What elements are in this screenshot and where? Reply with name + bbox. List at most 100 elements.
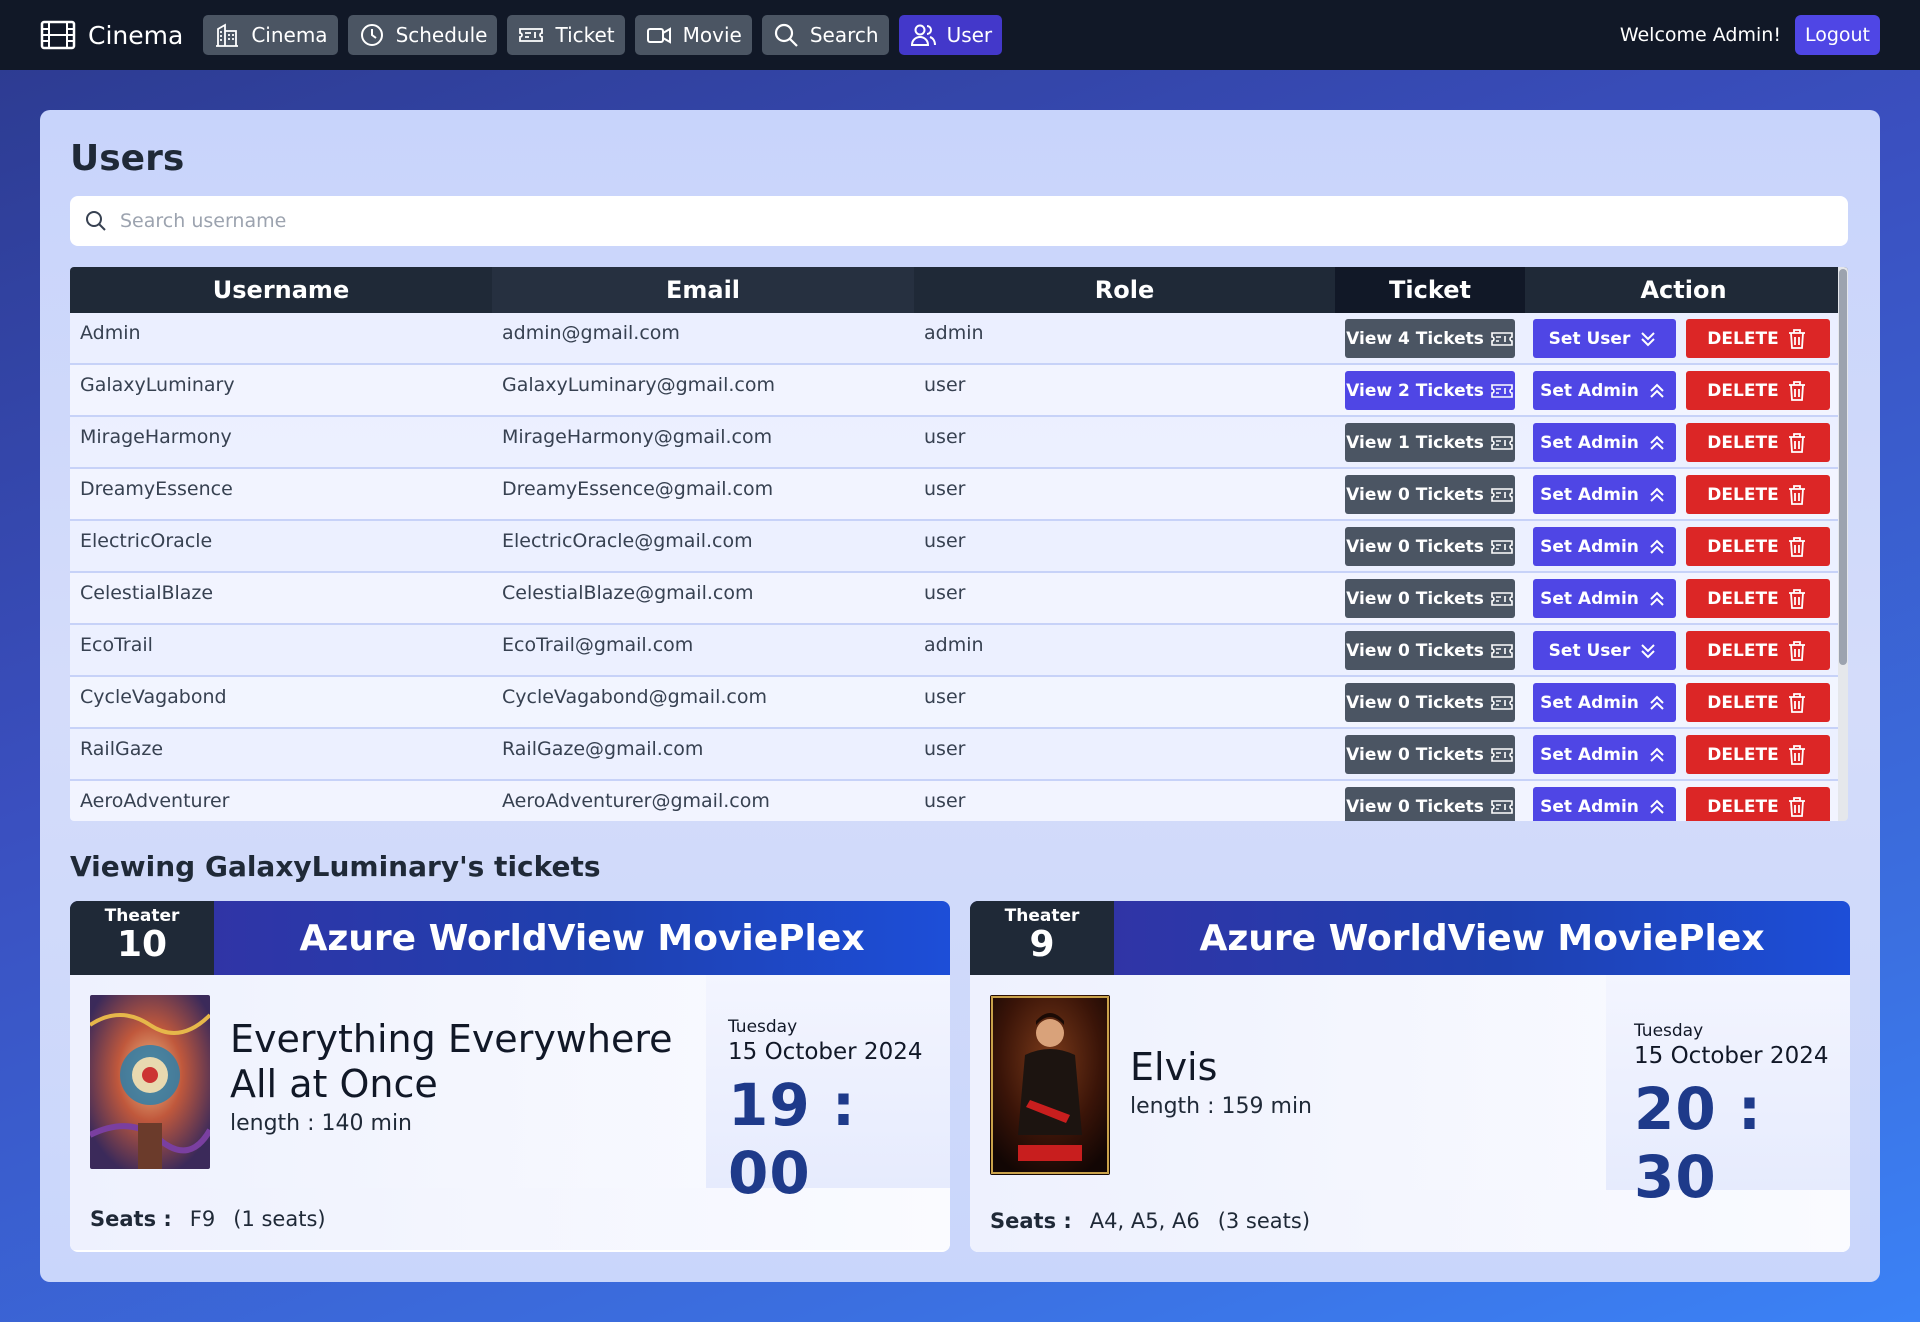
view-tickets-button[interactable]: View 2 Tickets (1345, 371, 1515, 410)
brand[interactable]: Cinema (40, 20, 183, 50)
cell-ticket: View 1 Tickets (1335, 417, 1525, 467)
chevron-double-up-icon (1650, 383, 1664, 398)
role-button-label: Set Admin (1540, 692, 1639, 713)
ticket-header: Theater 9 Azure WorldView MoviePlex (970, 901, 1850, 975)
view-tickets-label: View 0 Tickets (1346, 744, 1484, 765)
set-admin-button[interactable]: Set Admin (1533, 579, 1676, 618)
set-admin-button[interactable]: Set Admin (1533, 787, 1676, 821)
cell-ticket: View 0 Tickets (1335, 625, 1525, 675)
delete-button[interactable]: DELETE (1686, 579, 1830, 618)
table-row: ElectricOracle ElectricOracle@gmail.com us… (70, 521, 1838, 573)
nav-search[interactable]: Search (761, 15, 889, 55)
view-tickets-label: View 0 Tickets (1346, 484, 1484, 505)
showtime-box: Tuesday 15 October 2024 20 : 30 (1606, 975, 1850, 1211)
cell-email: GalaxyLuminary@gmail.com (502, 374, 775, 396)
delete-button[interactable]: DELETE (1686, 683, 1830, 722)
delete-button[interactable]: DELETE (1686, 787, 1830, 821)
role-button-label: Set Admin (1540, 796, 1639, 817)
table-scrollbar[interactable] (1838, 267, 1848, 821)
ticket-icon (1491, 487, 1513, 502)
set-admin-button[interactable]: Set Admin (1533, 475, 1676, 514)
view-tickets-button[interactable]: View 4 Tickets (1345, 319, 1515, 358)
search-bar[interactable] (70, 196, 1848, 246)
role-button-label: Set User (1548, 640, 1631, 661)
table-row: CycleVagabond CycleVagabond@gmail.com user… (70, 677, 1838, 729)
nav-schedule[interactable]: Schedule (347, 15, 498, 55)
chevron-double-down-icon (1641, 331, 1656, 346)
movie-poster (90, 995, 210, 1169)
cell-username: RailGaze (80, 738, 164, 760)
cell-ticket: View 0 Tickets (1335, 729, 1525, 779)
ticket-icon (1491, 539, 1513, 554)
search-input[interactable] (120, 210, 1820, 232)
search-icon (774, 23, 798, 47)
trash-icon (1788, 432, 1805, 453)
nav-movie[interactable]: Movie (634, 15, 752, 55)
view-tickets-button[interactable]: View 1 Tickets (1345, 423, 1515, 462)
view-tickets-button[interactable]: View 0 Tickets (1345, 683, 1515, 722)
set-admin-button[interactable]: Set Admin (1533, 735, 1676, 774)
show-date: 15 October 2024 (728, 1039, 923, 1065)
delete-button[interactable]: DELETE (1686, 735, 1830, 774)
table-row: AeroAdventurer AeroAdventurer@gmail.com us… (70, 781, 1838, 821)
view-tickets-button[interactable]: View 0 Tickets (1345, 475, 1515, 514)
set-admin-button[interactable]: Set Admin (1533, 371, 1676, 410)
show-date: 15 October 2024 (1634, 1043, 1829, 1069)
view-tickets-button[interactable]: View 0 Tickets (1345, 787, 1515, 821)
cell-email: CelestialBlaze@gmail.com (502, 582, 754, 604)
table-row: Admin admin@gmail.com admin View 4 Tickets S… (70, 313, 1838, 365)
movie-poster (990, 995, 1110, 1175)
table-row: GalaxyLuminary GalaxyLuminary@gmail.com us… (70, 365, 1838, 417)
cinema-name: Azure WorldView MoviePlex (299, 917, 865, 959)
ticket-icon (519, 28, 544, 42)
set-admin-button[interactable]: Set Admin (1533, 683, 1676, 722)
cell-role: user (924, 582, 966, 604)
cell-role: user (924, 530, 966, 552)
cell-email: RailGaze@gmail.com (502, 738, 704, 760)
nav-schedule-label: Schedule (395, 23, 488, 47)
nav-movie-label: Movie (682, 23, 742, 47)
search-icon (86, 211, 106, 231)
ticket-icon (1491, 383, 1513, 398)
view-tickets-label: View 0 Tickets (1346, 588, 1484, 609)
role-button-label: Set Admin (1540, 432, 1639, 453)
trash-icon (1788, 588, 1805, 609)
delete-button[interactable]: DELETE (1686, 319, 1830, 358)
chevron-double-up-icon (1650, 591, 1664, 606)
theater-badge: Theater 10 (70, 901, 214, 975)
delete-button[interactable]: DELETE (1686, 371, 1830, 410)
delete-button[interactable]: DELETE (1686, 631, 1830, 670)
nav-right: Welcome Admin! Logout (1620, 15, 1880, 55)
set-admin-button[interactable]: Set Admin (1533, 527, 1676, 566)
view-tickets-label: View 4 Tickets (1346, 328, 1484, 349)
ticket-body: Elvis length : 159 min Tuesday 15 Octobe… (970, 975, 1850, 1211)
cell-ticket: View 0 Tickets (1335, 573, 1525, 623)
cell-ticket: View 4 Tickets (1335, 313, 1525, 363)
scroll-thumb[interactable] (1839, 269, 1847, 665)
cell-action: Set Admin DELETE (1525, 781, 1838, 821)
movie-info: Everything Everywhere All at Once length… (210, 975, 706, 1188)
set-user-button[interactable]: Set User (1533, 319, 1676, 358)
users-table: Username Email Role Ticket Action Admin a… (70, 267, 1848, 821)
set-user-button[interactable]: Set User (1533, 631, 1676, 670)
theater-number: 10 (116, 924, 168, 965)
view-tickets-button[interactable]: View 0 Tickets (1345, 527, 1515, 566)
theater-label: Theater (104, 906, 180, 926)
seat-count: (3 seats) (1217, 1209, 1311, 1233)
nav-cinema[interactable]: Cinema (203, 15, 338, 55)
view-tickets-button[interactable]: View 0 Tickets (1345, 631, 1515, 670)
logout-button[interactable]: Logout (1794, 15, 1880, 55)
view-tickets-button[interactable]: View 0 Tickets (1345, 735, 1515, 774)
nav-ticket[interactable]: Ticket (507, 15, 625, 55)
chevron-double-up-icon (1650, 487, 1664, 502)
cell-ticket: View 0 Tickets (1335, 469, 1525, 519)
view-tickets-button[interactable]: View 0 Tickets (1345, 579, 1515, 618)
nav-user[interactable]: User (898, 15, 1003, 55)
set-admin-button[interactable]: Set Admin (1533, 423, 1676, 462)
delete-button[interactable]: DELETE (1686, 475, 1830, 514)
users-panel: Users Username Email Role Ticket Action … (40, 110, 1880, 1282)
delete-button[interactable]: DELETE (1686, 527, 1830, 566)
cell-username: GalaxyLuminary (80, 374, 235, 396)
table-row: MirageHarmony MirageHarmony@gmail.com user… (70, 417, 1838, 469)
delete-button[interactable]: DELETE (1686, 423, 1830, 462)
